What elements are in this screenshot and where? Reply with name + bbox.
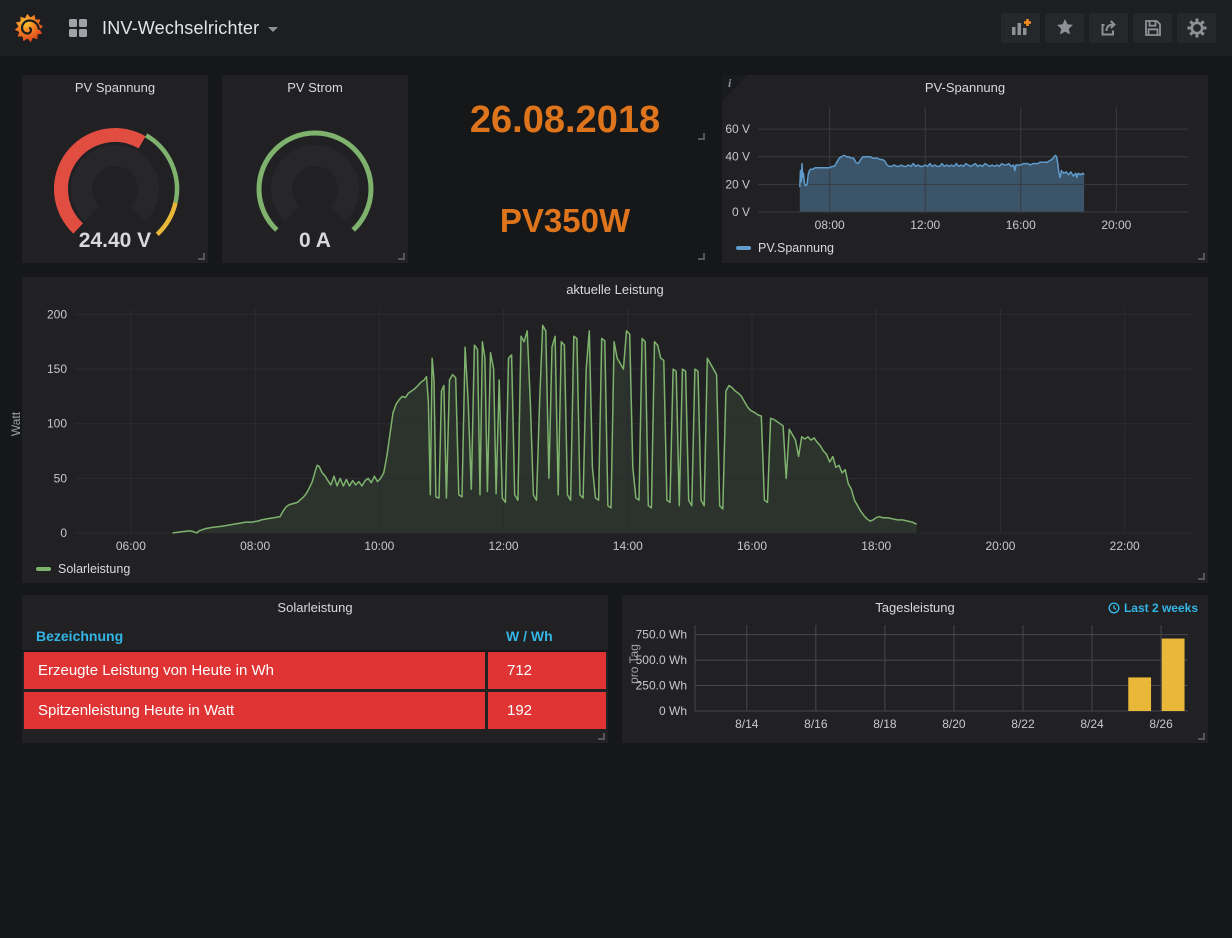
tagesleistung-chart-plot[interactable]: 8/14 8/16 8/18 8/20 8/22 8/24 8/26 0 Wh 250.0 Wh… [622, 621, 1208, 737]
svg-text:0: 0 [60, 526, 67, 540]
add-panel-icon [1009, 17, 1033, 39]
panel-title[interactable]: aktuelle Leistung [22, 277, 1208, 303]
svg-text:150: 150 [47, 362, 67, 376]
svg-text:20 V: 20 V [725, 177, 750, 191]
svg-text:8/18: 8/18 [873, 717, 897, 731]
svg-text:50: 50 [54, 471, 68, 485]
panel-resize-handle[interactable] [598, 733, 605, 740]
panel-name-text: PV350W [422, 150, 708, 263]
svg-text:16:00: 16:00 [737, 539, 767, 553]
svg-text:8/20: 8/20 [942, 717, 966, 731]
svg-text:10:00: 10:00 [364, 539, 394, 553]
panel-resize-handle[interactable] [698, 133, 705, 140]
table-cell-label: Spitzenleistung Heute in Watt [24, 692, 485, 729]
svg-text:250.0 Wh: 250.0 Wh [636, 679, 687, 693]
gauge-value: 24.40 V [22, 229, 208, 253]
pv-voltage-chart-plot[interactable]: 08:00 12:00 16:00 20:00 0 V 20 V 40 V 60 V [722, 101, 1208, 233]
panel-title[interactable]: PV Strom [222, 75, 408, 101]
panel-title[interactable]: PV-Spannung [722, 75, 1208, 101]
table-row: Spitzenleistung Heute in Watt 192 [24, 692, 606, 729]
svg-text:500.0 Wh: 500.0 Wh [636, 653, 687, 667]
inverter-name-text: PV350W [422, 150, 708, 263]
panel-resize-handle[interactable] [1198, 573, 1205, 580]
chevron-down-icon [268, 27, 278, 32]
grafana-logo[interactable] [14, 13, 44, 43]
star-icon [1054, 17, 1076, 39]
svg-text:60 V: 60 V [725, 122, 750, 136]
svg-text:08:00: 08:00 [815, 218, 845, 232]
column-header-w-wh[interactable]: W / Wh [487, 628, 608, 644]
column-header-bezeichnung[interactable]: Bezeichnung [22, 628, 487, 644]
save-button[interactable] [1133, 13, 1172, 43]
legend-color-dash [736, 246, 751, 250]
dashboard-title-dropdown[interactable]: INV-Wechselrichter [102, 18, 278, 39]
svg-text:200: 200 [47, 307, 67, 321]
dashboard-title: INV-Wechselrichter [102, 18, 259, 39]
dashboard-grid-icon[interactable] [68, 18, 88, 38]
share-icon [1098, 17, 1120, 39]
add-panel-button[interactable] [1001, 13, 1040, 43]
share-button[interactable] [1089, 13, 1128, 43]
svg-text:12:00: 12:00 [489, 539, 519, 553]
svg-text:22:00: 22:00 [1110, 539, 1140, 553]
svg-text:06:00: 06:00 [116, 539, 146, 553]
panel-title[interactable]: Solarleistung [22, 595, 608, 621]
svg-text:8/24: 8/24 [1080, 717, 1104, 731]
star-button[interactable] [1045, 13, 1084, 43]
table-header-row: Bezeichnung W / Wh [22, 621, 608, 652]
y-axis-label: pro Tag [627, 644, 641, 684]
panel-resize-handle[interactable] [398, 253, 405, 260]
svg-text:8/14: 8/14 [735, 717, 759, 731]
panel-solar-power-chart: aktuelle Leistung Watt 06:0008:0010:0012… [22, 277, 1208, 583]
panel-title[interactable]: PV Spannung [22, 75, 208, 101]
panel-date-text: 26.08.2018 [422, 75, 708, 143]
svg-text:20:00: 20:00 [1101, 218, 1131, 232]
legend-pv-spannung[interactable]: PV.Spannung [736, 241, 834, 255]
svg-text:16:00: 16:00 [1006, 218, 1036, 232]
table-cell-label: Erzeugte Leistung von Heute in Wh [24, 652, 485, 689]
gear-icon [1186, 17, 1208, 39]
solar-power-chart-plot[interactable]: 06:00 08:00 10:00 12:00 14:00 16:00 18:00 20:00… [22, 303, 1208, 555]
table-cell-value: 712 [488, 652, 606, 689]
svg-text:8/26: 8/26 [1149, 717, 1173, 731]
navbar: INV-Wechselrichter [0, 0, 1232, 56]
gauge-value: 0 A [222, 229, 408, 253]
legend-solarleistung[interactable]: Solarleistung [36, 562, 130, 576]
panel-info-icon[interactable]: i [722, 75, 748, 101]
panel-pv-voltage-chart: i PV-Spannung 08:00 12:00 16:00 20:00 0 V 20 … [722, 75, 1208, 263]
svg-text:8/22: 8/22 [1011, 717, 1035, 731]
date-text: 26.08.2018 [422, 75, 708, 143]
panel-tagesleistung-chart: Tagesleistung Last 2 weeks pro Tag 8/148… [622, 595, 1208, 743]
panel-resize-handle[interactable] [698, 253, 705, 260]
panel-resize-handle[interactable] [1198, 253, 1205, 260]
svg-text:14:00: 14:00 [613, 539, 643, 553]
svg-text:12:00: 12:00 [910, 218, 940, 232]
panel-pv-strom-gauge: PV Strom 0 A [222, 75, 408, 263]
pv-spannung-gauge: 24.40 V [22, 101, 208, 264]
svg-text:100: 100 [47, 417, 67, 431]
panel-pv-spannung-gauge: PV Spannung 24.40 V [22, 75, 208, 263]
panel-solarleistung-table: Solarleistung Bezeichnung W / Wh Erzeugt… [22, 595, 608, 743]
clock-icon [1108, 602, 1120, 614]
svg-text:08:00: 08:00 [240, 539, 270, 553]
svg-text:20:00: 20:00 [985, 539, 1015, 553]
time-range-label[interactable]: Last 2 weeks [1108, 601, 1198, 615]
svg-text:0 V: 0 V [732, 205, 750, 219]
svg-text:8/16: 8/16 [804, 717, 828, 731]
table-row: Erzeugte Leistung von Heute in Wh 712 [24, 652, 606, 689]
svg-text:40 V: 40 V [725, 150, 750, 164]
table-cell-value: 192 [488, 692, 606, 729]
y-axis-label: Watt [9, 412, 23, 436]
panel-resize-handle[interactable] [198, 253, 205, 260]
panel-resize-handle[interactable] [1198, 733, 1205, 740]
settings-button[interactable] [1177, 13, 1216, 43]
svg-text:18:00: 18:00 [861, 539, 891, 553]
pv-strom-gauge: 0 A [222, 101, 408, 264]
legend-color-dash [36, 567, 51, 571]
svg-text:750.0 Wh: 750.0 Wh [636, 628, 687, 642]
save-icon [1142, 17, 1164, 39]
svg-text:0 Wh: 0 Wh [659, 704, 687, 718]
